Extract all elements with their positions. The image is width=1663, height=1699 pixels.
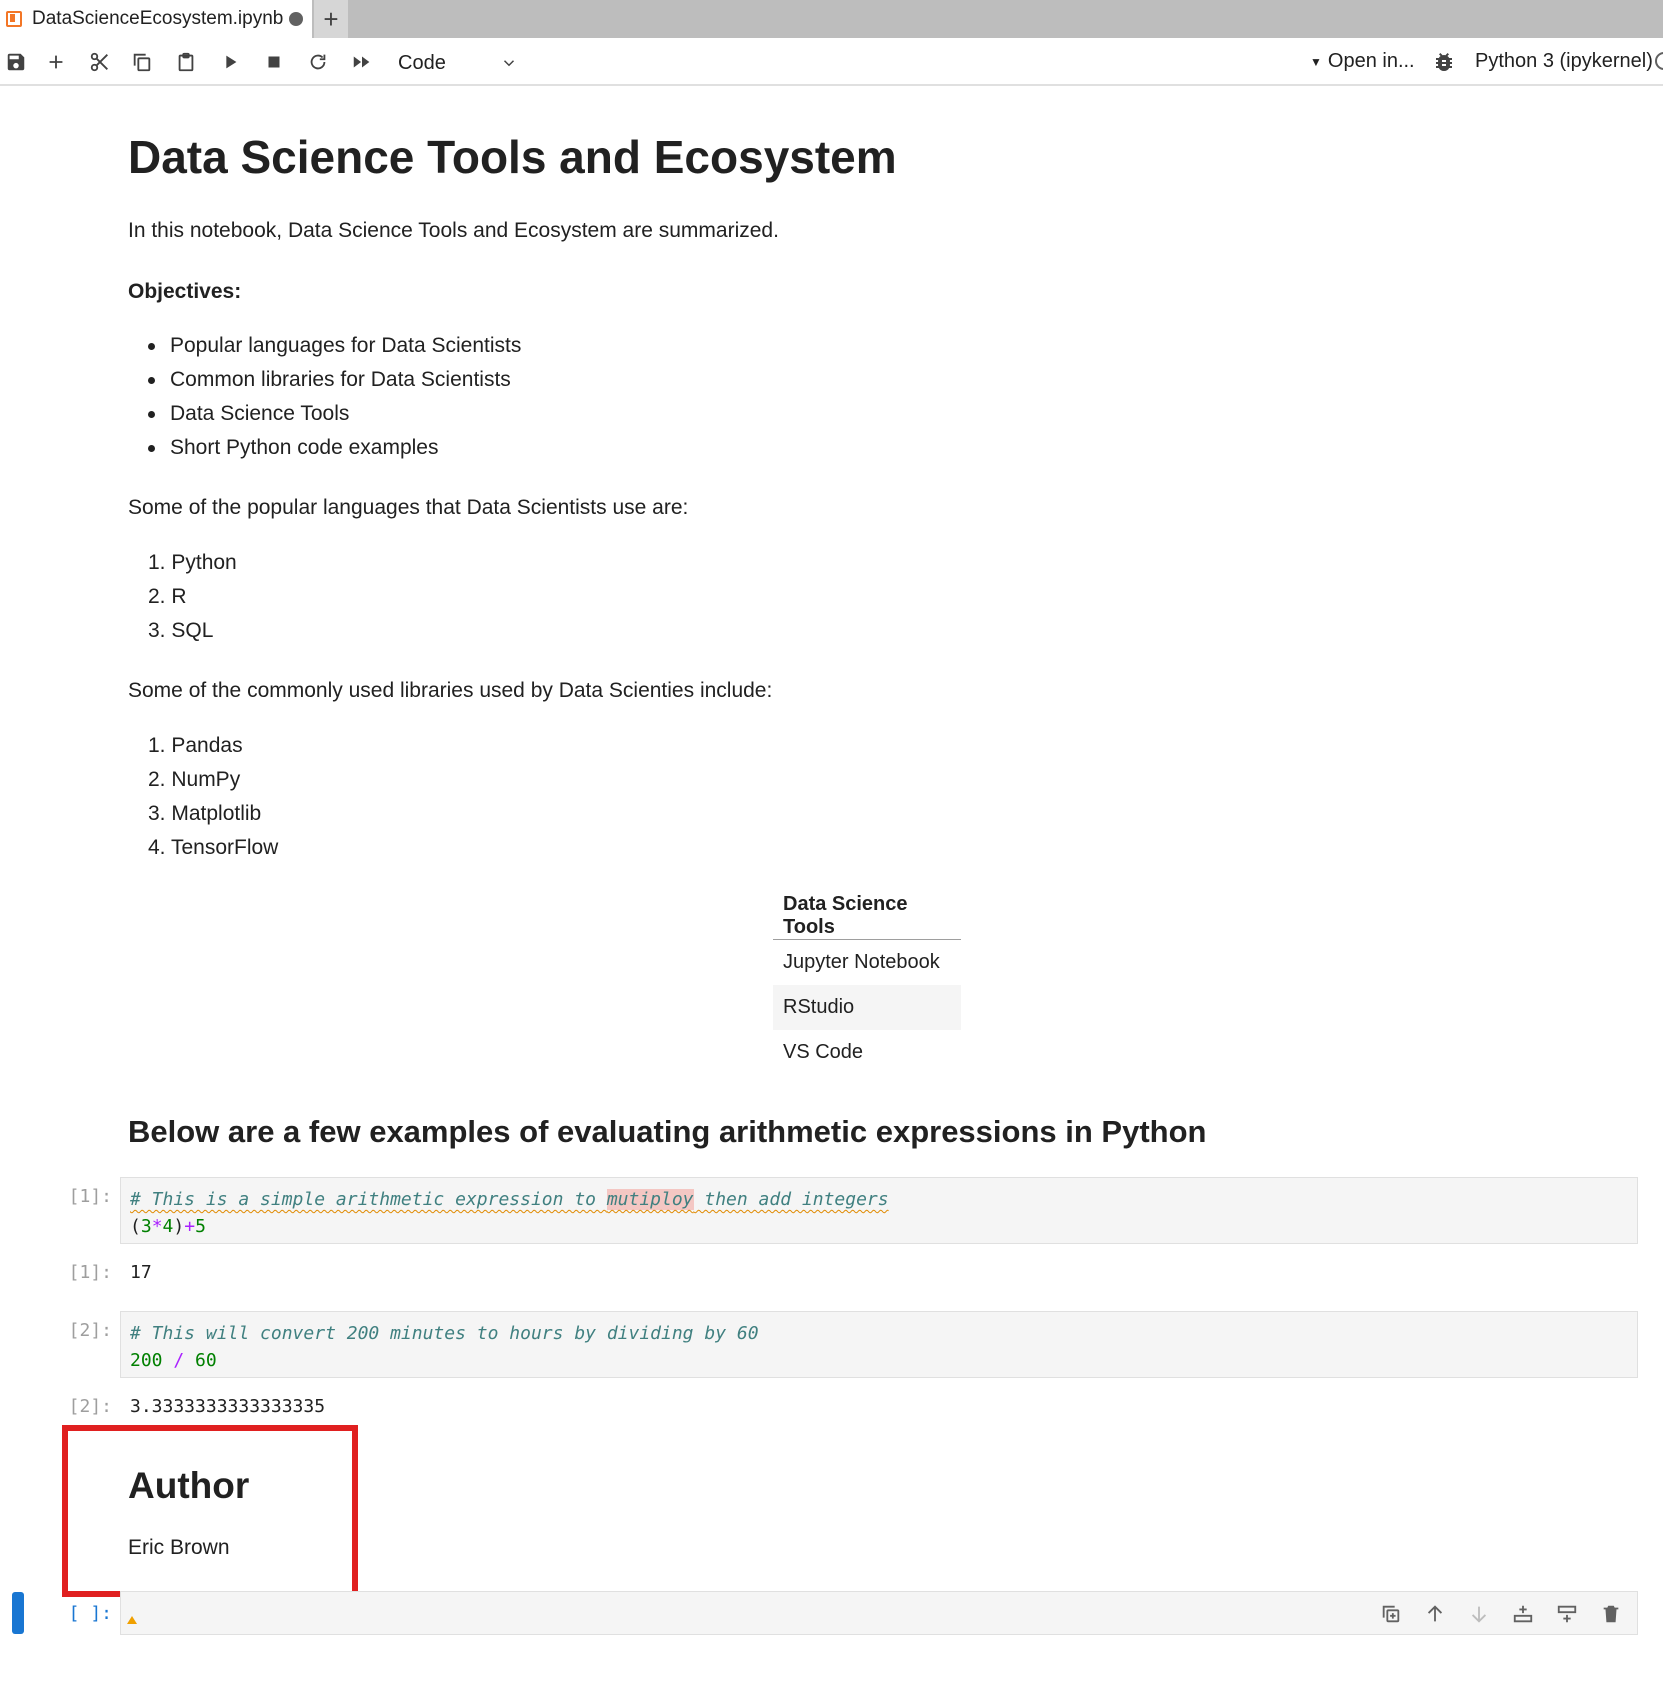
cell-type-value: Code: [398, 51, 446, 74]
libraries-list: 1. Pandas 2. NumPy 3. Matplotlib 4. Tens…: [148, 729, 278, 865]
bug-icon[interactable]: [1432, 50, 1456, 74]
list-item: 3. Matplotlib: [148, 802, 262, 825]
input-prompt: [2]:: [68, 1320, 112, 1341]
table-header: Data Science Tools: [773, 893, 961, 940]
misspelled-word: mutiploy: [606, 1189, 694, 1210]
insert-below-icon[interactable]: [1553, 1600, 1581, 1628]
list-item: Popular languages for Data Scientists: [147, 329, 521, 363]
kernel-status-icon: [1655, 52, 1663, 70]
languages-intro: Some of the popular languages that Data …: [128, 496, 689, 519]
code-line: 200 / 60: [130, 1350, 217, 1371]
tab-bar: DataScienceEcosystem.ipynb +: [0, 0, 1663, 38]
list-item: 4. TensorFlow: [148, 836, 279, 859]
list-item: 2. NumPy: [148, 768, 241, 791]
table-row: RStudio: [773, 984, 961, 1030]
paste-icon[interactable]: [172, 48, 200, 76]
input-prompt: [ ]:: [68, 1603, 112, 1624]
table-row: VS Code: [773, 1030, 961, 1075]
warning-icon: [127, 1616, 137, 1624]
cell-output: 3.3333333333333335: [130, 1396, 326, 1417]
copy-icon[interactable]: [128, 48, 156, 76]
table-cell: VS Code: [783, 1040, 864, 1063]
intro-text: In this notebook, Data Science Tools and…: [128, 219, 779, 242]
arith-heading: Below are a few examples of evaluating a…: [128, 1114, 1207, 1149]
cut-icon[interactable]: [86, 48, 114, 76]
output-prompt: [1]:: [68, 1262, 112, 1283]
open-in-button[interactable]: ▼ Open in...: [1310, 50, 1415, 73]
new-tab-button[interactable]: +: [314, 0, 348, 38]
notebook-toolbar: Code ▼ Open in... Python 3 (ipykernel): [0, 38, 1663, 86]
cell-type-select[interactable]: Code: [398, 49, 518, 77]
duplicate-cell-icon[interactable]: [1377, 1600, 1405, 1628]
objectives-list: Popular languages for Data Scientists Co…: [147, 329, 521, 465]
code-comment-line: # This is a simple arithmetic expression…: [130, 1189, 889, 1210]
objectives-label: Objectives:: [128, 280, 242, 303]
run-all-icon[interactable]: [348, 48, 376, 76]
move-down-icon[interactable]: [1465, 1600, 1493, 1628]
highlight-box: [62, 1425, 358, 1597]
kernel-name[interactable]: Python 3 (ipykernel): [1475, 50, 1653, 73]
list-item: 3. SQL: [148, 619, 214, 642]
active-cell-indicator: [12, 1592, 24, 1634]
languages-list: 1. Python 2. R 3. SQL: [148, 546, 237, 648]
code-comment-line: # This will convert 200 minutes to hours…: [130, 1323, 759, 1344]
author-heading: Author: [128, 1465, 250, 1506]
delete-icon[interactable]: [1597, 1600, 1625, 1628]
list-item: 1. Pandas: [148, 734, 243, 757]
list-item: Common libraries for Data Scientists: [147, 363, 521, 397]
caret-down-icon: ▼: [1310, 54, 1322, 69]
tools-table: Data Science Tools Jupyter Notebook RStu…: [773, 893, 961, 1075]
cell-output: 17: [130, 1262, 152, 1283]
table-cell: RStudio: [773, 984, 961, 1030]
add-cell-icon[interactable]: [42, 48, 70, 76]
list-item: 1. Python: [148, 551, 237, 574]
code-cell-2[interactable]: # This will convert 200 minutes to hours…: [120, 1311, 1638, 1378]
output-prompt: [2]:: [68, 1396, 112, 1417]
run-icon[interactable]: [216, 48, 244, 76]
open-in-label: Open in...: [1327, 50, 1415, 72]
code-cell-1[interactable]: # This is a simple arithmetic expression…: [120, 1177, 1638, 1244]
page-title: Data Science Tools and Ecosystem: [128, 131, 897, 183]
restart-icon[interactable]: [304, 48, 332, 76]
save-icon[interactable]: [2, 48, 30, 76]
stop-icon[interactable]: [260, 48, 288, 76]
insert-above-icon[interactable]: [1509, 1600, 1537, 1628]
table-cell: Jupyter Notebook: [783, 950, 940, 973]
list-item: Short Python code examples: [147, 431, 521, 465]
chevron-down-icon: [503, 60, 515, 67]
author-name: Eric Brown: [128, 1536, 230, 1559]
notebook-icon: [6, 11, 22, 27]
cell-toolbar: [1377, 1600, 1625, 1628]
table-row: Jupyter Notebook: [773, 940, 961, 985]
unsaved-indicator-icon[interactable]: [289, 12, 304, 26]
input-prompt: [1]:: [68, 1186, 112, 1207]
empty-code-cell[interactable]: [120, 1591, 1638, 1635]
list-item: 2. R: [148, 585, 187, 608]
tab-title: DataScienceEcosystem.ipynb: [32, 8, 284, 29]
list-item: Data Science Tools: [147, 397, 521, 431]
notebook-tab[interactable]: DataScienceEcosystem.ipynb: [0, 0, 312, 38]
move-up-icon[interactable]: [1421, 1600, 1449, 1628]
libraries-intro: Some of the commonly used libraries used…: [128, 679, 773, 702]
code-line: (3*4)+5: [130, 1216, 206, 1237]
